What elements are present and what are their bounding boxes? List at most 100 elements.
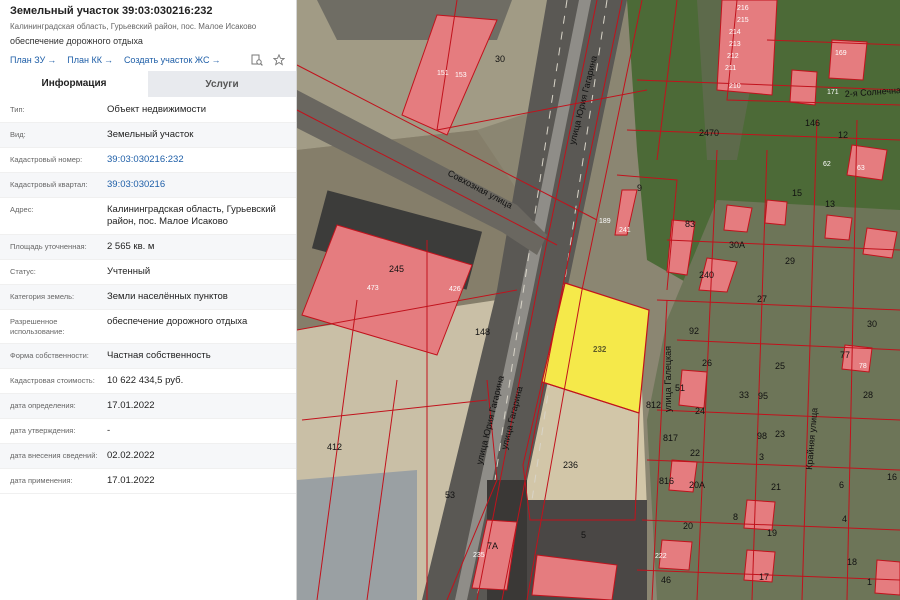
parcel-label: 20 (683, 521, 693, 531)
arrow-right-icon: → (211, 55, 221, 65)
selected-parcel-label: 232 (593, 345, 607, 354)
parcel-28[interactable] (862, 227, 898, 259)
parcel-label: 7A (487, 541, 498, 551)
parcel-label: 19 (767, 528, 777, 538)
parcel-label: 25 (775, 361, 785, 371)
parcel-label: 53 (445, 490, 455, 500)
parcel-label: 12 (838, 130, 848, 140)
row-date-entered: дата внесения сведений: 02.02.2022 (0, 444, 296, 469)
parcel-label: 153 (455, 72, 467, 79)
row-value: - (107, 425, 111, 436)
parcel-label: 78 (859, 363, 867, 370)
plan-zu-link[interactable]: План ЗУ → (10, 55, 56, 65)
parcel-9[interactable] (723, 204, 753, 233)
parcel-171[interactable] (789, 69, 818, 106)
parcel-label: 8 (733, 512, 738, 522)
parcel-label: 241 (619, 227, 631, 234)
row-key: дата определения: (10, 401, 76, 410)
parcel-label: 473 (367, 285, 379, 292)
street-label: улица Галецкая (663, 346, 673, 412)
parcel-label: 222 (655, 553, 667, 560)
parcel-label: 22 (690, 448, 700, 458)
parcel-18[interactable] (874, 559, 900, 596)
row-key: Адрес: (10, 205, 34, 214)
parcel-label: 77 (840, 350, 850, 360)
parcel-label: 236 (563, 460, 578, 470)
parcel-label: 213 (729, 41, 741, 48)
parcel-label: 211 (725, 65, 736, 72)
create-parcel-link[interactable]: Создать участок ЖС → (124, 55, 221, 65)
parcel-label: 1 (867, 577, 872, 587)
row-category: Категория земель: Земли населённых пункто… (0, 285, 296, 310)
parcel-label: 214 (729, 29, 741, 36)
parcel-label: 83 (685, 219, 695, 229)
parcel-label: 412 (327, 442, 342, 452)
parcel-19[interactable] (743, 499, 776, 531)
arrow-right-icon: → (47, 55, 57, 65)
parking-lot (297, 470, 417, 600)
parcel-215[interactable] (716, 0, 778, 96)
row-value: 02.02.2022 (107, 450, 155, 461)
parcel-label: 245 (389, 264, 404, 274)
plan-kk-link[interactable]: План КК → (67, 55, 113, 65)
tab-services[interactable]: Услуги (148, 71, 296, 97)
parcel-label: 4 (842, 514, 847, 524)
parcel-150[interactable] (824, 214, 853, 241)
parcel-label: 28 (863, 390, 873, 400)
parcel-label: 17 (759, 572, 769, 582)
parcel-label: 30A (729, 240, 745, 250)
info-table: Тип: Объект недвижимости Вид: Земельный уч… (0, 98, 296, 494)
parcel-label: 29 (785, 256, 795, 266)
row-value: Земли населённых пунктов (107, 291, 228, 302)
row-kind: Вид: Земельный участок (0, 123, 296, 148)
row-date-approved: дата утверждения: - (0, 419, 296, 444)
parcel-label: 216 (737, 5, 749, 12)
row-value: 2 565 кв. м (107, 241, 155, 252)
parcel-label: 212 (727, 53, 739, 60)
parcel-label: 426 (449, 286, 461, 293)
parcel-label: 146 (805, 118, 820, 128)
parcel-label: 30 (867, 319, 877, 329)
row-key: Кадастровый квартал: (10, 180, 88, 189)
cadastral-map[interactable]: улица Юрия Гагарина улица Юрия Гагарина … (297, 0, 900, 600)
info-panel: Земельный участок 39:03:030216:232 Калин… (0, 0, 297, 600)
parcel-purpose: обеспечение дорожного отдыха (10, 36, 143, 46)
parcel-169[interactable] (828, 39, 868, 81)
parcel-label: 235 (473, 552, 485, 559)
parcel-15[interactable] (764, 199, 788, 226)
parcel-label: 817 (663, 433, 678, 443)
parcel-label: 20A (689, 480, 705, 490)
row-type: Тип: Объект недвижимости (0, 98, 296, 123)
row-key: Площадь уточненная: (10, 242, 87, 251)
star-icon[interactable] (272, 53, 286, 67)
parcel-label: 51 (675, 383, 685, 393)
parcel-label: 240 (699, 270, 714, 280)
parcel-label: 15 (792, 188, 802, 198)
row-address: Адрес: Калининградская область, Гурьевски… (0, 198, 296, 235)
cadastral-quarter-link[interactable]: 39:03:030216 (107, 179, 288, 191)
parcel-label: 24 (695, 406, 705, 416)
parcel-address: Калининградская область, Гурьевский райо… (10, 22, 257, 31)
row-cadastral-value: Кадастровая стоимость: 10 622 434,5 руб. (0, 369, 296, 394)
row-key: Статус: (10, 267, 36, 276)
action-links: План ЗУ → План КК → Создать участок ЖС → (10, 53, 286, 67)
plan-zu-label: План ЗУ (10, 55, 46, 65)
header-tools (250, 53, 286, 67)
parcel-label: 27 (757, 294, 767, 304)
tab-bar: Информация Услуги (0, 71, 296, 97)
row-key: Тип: (10, 105, 25, 114)
parcel-label: 30 (495, 54, 505, 64)
search-page-icon[interactable] (250, 53, 264, 67)
tab-info[interactable]: Информация (0, 71, 148, 97)
parcel-label: 169 (835, 50, 847, 57)
row-key: дата применения: (10, 476, 73, 485)
parcel-label: 92 (689, 326, 699, 336)
parcel-label: 63 (857, 165, 865, 172)
page-title: Земельный участок 39:03:030216:232 (10, 5, 213, 17)
parcel-label: 23 (775, 429, 785, 439)
row-key: дата утверждения: (10, 426, 76, 435)
cadastral-number-link[interactable]: 39:03:030216:232 (107, 154, 288, 166)
parcel-label: 95 (758, 391, 768, 401)
parcel-63[interactable] (846, 144, 888, 181)
parcel-label: 812 (646, 400, 661, 410)
